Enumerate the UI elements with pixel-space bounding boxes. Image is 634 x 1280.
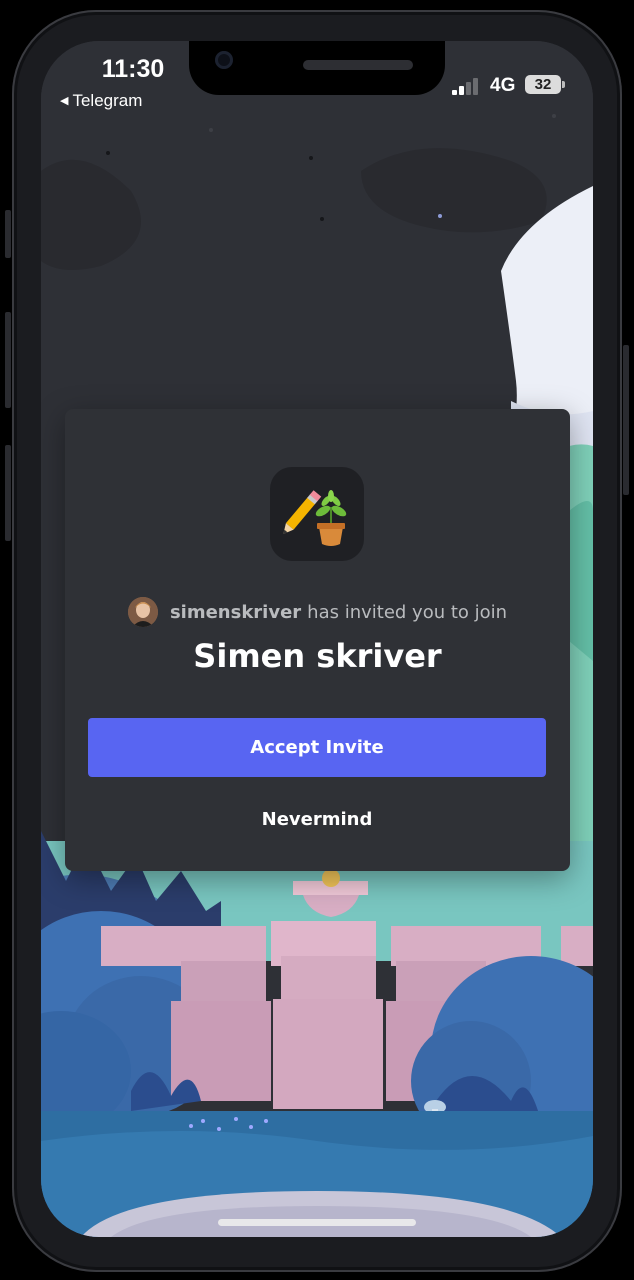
status-time: 11:30 — [101, 55, 165, 83]
volume-down-button — [5, 445, 11, 541]
server-name: Simen skriver — [193, 637, 442, 675]
back-triangle-icon: ◀ — [60, 95, 69, 107]
inviter-username: simenskriver — [169, 601, 302, 623]
pencil-and-potted-plant-emoji-icon — [283, 490, 347, 546]
battery-level: 32 — [534, 76, 552, 93]
screen: 11:30 ◀ Telegram 4G 32 simenskriver has … — [41, 41, 593, 1237]
front-camera — [215, 51, 233, 69]
nevermind-button[interactable]: Nevermind — [88, 794, 546, 844]
home-indicator[interactable] — [218, 1219, 416, 1226]
battery-icon: 32 — [525, 75, 565, 94]
cellular-signal-icon — [452, 77, 482, 95]
back-app-label: Telegram — [72, 91, 143, 110]
back-to-app-link[interactable]: ◀ Telegram — [60, 91, 142, 111]
silent-switch — [5, 210, 11, 258]
earpiece-speaker — [303, 60, 413, 70]
power-button — [623, 345, 629, 495]
network-type: 4G — [490, 75, 516, 96]
accept-invite-button[interactable]: Accept Invite — [88, 718, 546, 777]
invite-card: simenskriver has invited you to join Sim… — [65, 409, 570, 871]
invite-line: simenskriver has invited you to join — [65, 595, 570, 629]
invite-text: has invited you to join — [307, 601, 508, 623]
volume-up-button — [5, 312, 11, 408]
inviter-avatar — [127, 597, 158, 627]
server-icon — [270, 467, 364, 561]
